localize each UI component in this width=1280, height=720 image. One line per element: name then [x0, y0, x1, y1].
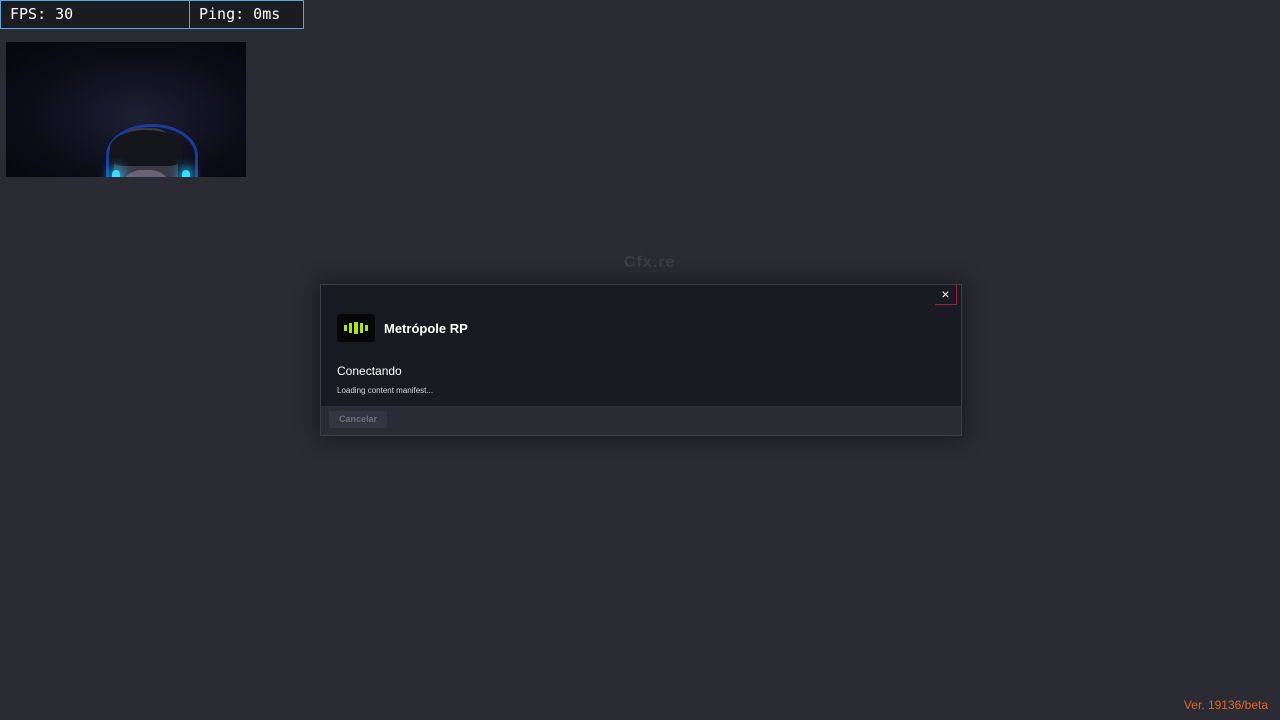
- server-header: Metrópole RP: [337, 314, 468, 342]
- headset-light-right: [182, 170, 190, 177]
- webcam-person-hair: [110, 130, 182, 166]
- cancel-button[interactable]: Cancelar: [329, 411, 388, 428]
- server-name: Metrópole RP: [384, 320, 468, 336]
- connecting-dialog: × Metrópole RP Conectando Loading conten…: [320, 284, 962, 436]
- server-logo-icon: [337, 314, 375, 342]
- stream-stats-overlay: FPS: 30 Ping: 0ms: [0, 0, 304, 29]
- background-logo-text: Cfx.re: [624, 254, 676, 271]
- fps-counter: FPS: 30: [0, 0, 190, 29]
- status-detail: Loading content manifest...: [337, 386, 434, 395]
- dialog-body: × Metrópole RP Conectando Loading conten…: [321, 285, 961, 407]
- ping-counter: Ping: 0ms: [190, 0, 304, 29]
- server-logo-mark: [344, 322, 368, 334]
- headset-light-left: [112, 170, 120, 177]
- version-label: Ver. 19136/beta: [1183, 698, 1268, 712]
- background-logo: Cfx.re: [568, 254, 718, 276]
- game-launcher-screen: FPS: 30 Ping: 0ms Cfx.re × Metrópole RP …: [0, 0, 1280, 720]
- close-button[interactable]: ×: [935, 285, 957, 305]
- status-title: Conectando: [337, 364, 402, 378]
- dialog-footer: Cancelar: [321, 406, 961, 435]
- webcam-overlay: [6, 42, 246, 177]
